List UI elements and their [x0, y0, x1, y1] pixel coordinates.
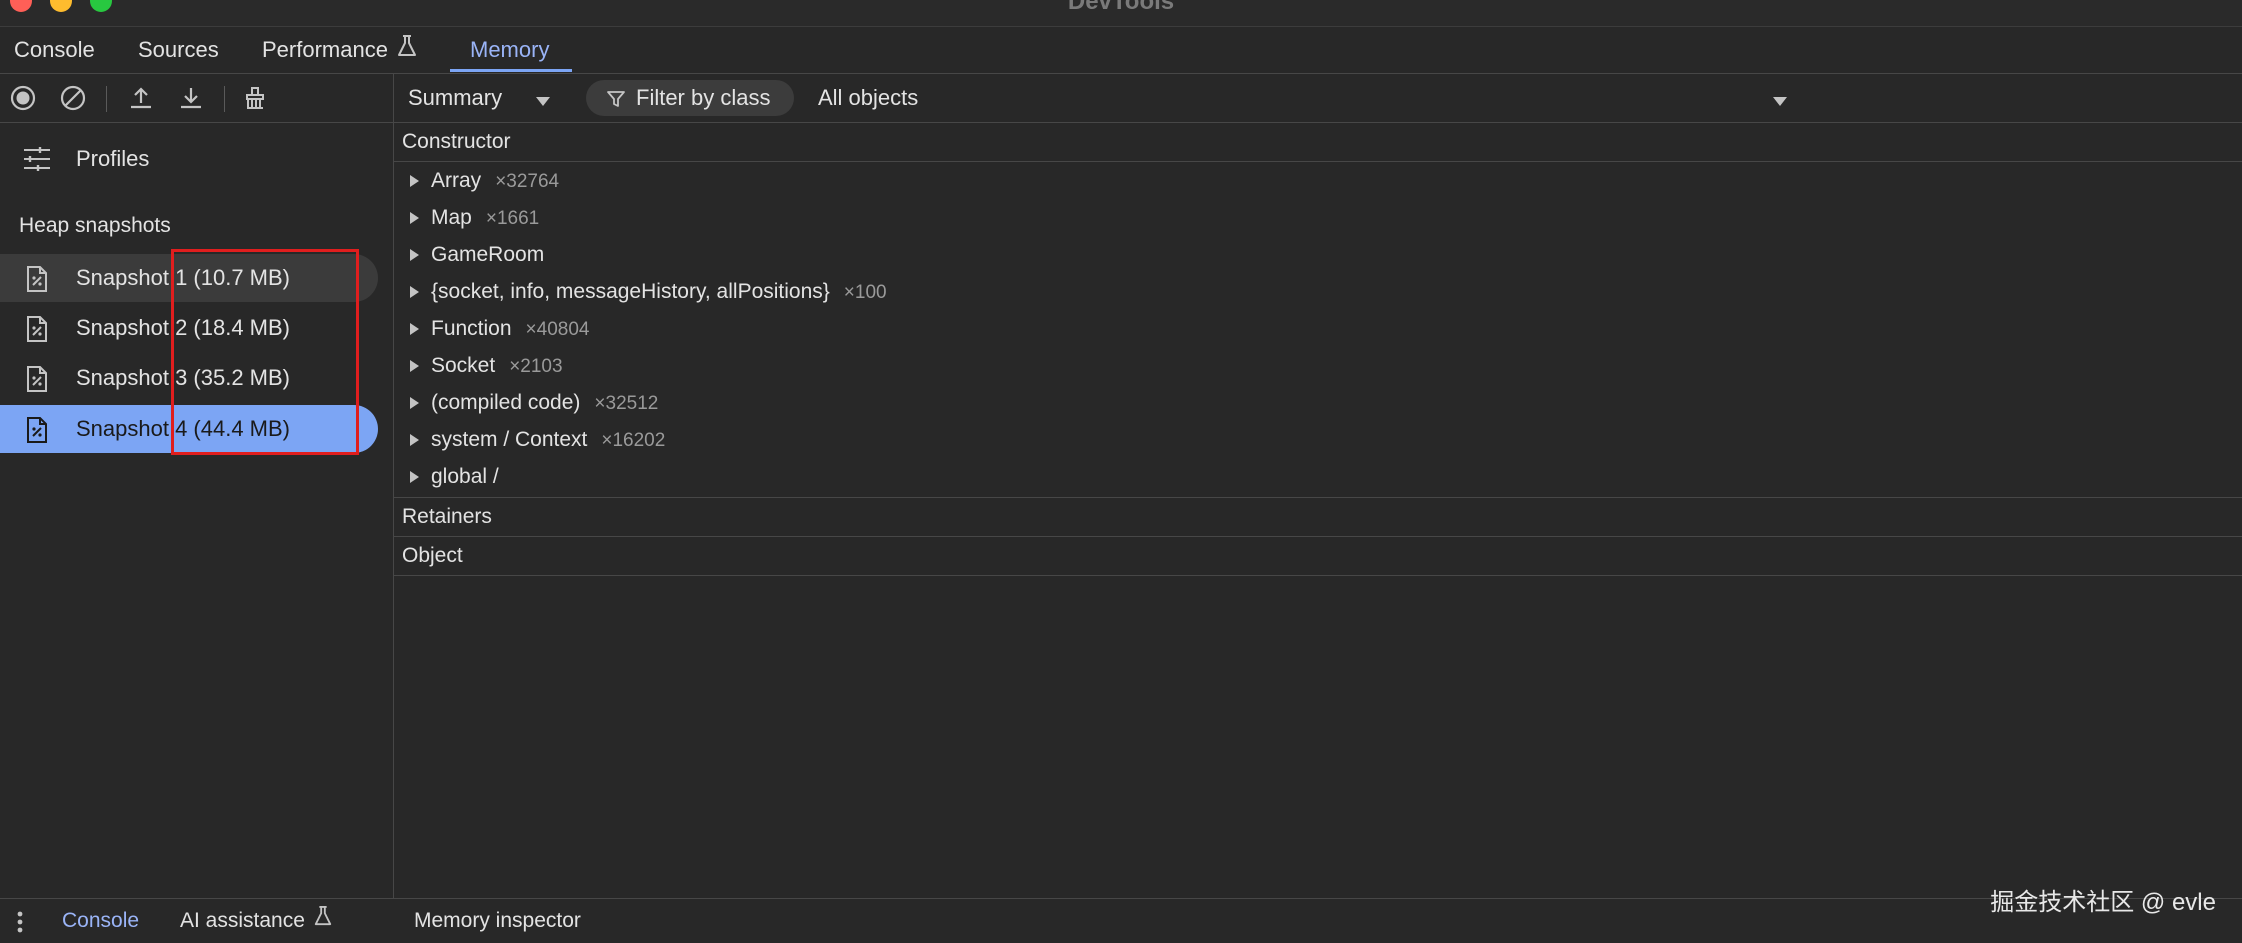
constructor-row[interactable]: Function ×40804 — [394, 310, 2242, 347]
constructor-name: Socket — [431, 354, 496, 377]
constructor-column-header[interactable]: Constructor — [394, 123, 2242, 162]
snapshot-file-icon — [24, 416, 50, 449]
instance-count: ×1661 — [485, 208, 540, 229]
object-header-label: Object — [402, 544, 463, 567]
view-select[interactable]: Summary — [408, 74, 558, 122]
chevron-down-icon — [536, 94, 550, 112]
constructor-name: system / Context — [431, 428, 588, 451]
instance-count: ×40804 — [525, 319, 590, 340]
instance-count: ×32512 — [594, 393, 659, 414]
constructor-name: (compiled code) — [431, 391, 581, 414]
constructor-header-label: Constructor — [402, 130, 511, 153]
watermark: 掘金技术社区 @ evle — [1990, 889, 2216, 916]
constructor-row[interactable]: GameRoom — [394, 236, 2242, 273]
drawer-tab-console[interactable]: Console — [62, 899, 139, 943]
expand-triangle-icon[interactable] — [410, 323, 419, 335]
instance-count: ×100 — [843, 282, 887, 303]
expand-triangle-icon[interactable] — [410, 212, 419, 224]
heap-snapshots-heading: Heap snapshots — [19, 214, 171, 237]
experiment-flask-icon — [313, 899, 333, 943]
filter-icon — [606, 89, 626, 114]
expand-triangle-icon[interactable] — [410, 397, 419, 409]
view-select-value: Summary — [408, 85, 503, 110]
profiles-toolbar — [0, 74, 393, 123]
load-profile-icon[interactable] — [124, 74, 158, 122]
tab-sources[interactable]: Sources — [138, 27, 219, 73]
objects-select-value: All objects — [818, 85, 919, 110]
save-profile-icon[interactable] — [174, 74, 208, 122]
constructor-name: Array — [431, 169, 482, 192]
constructor-name: GameRoom — [431, 243, 545, 266]
constructor-row[interactable]: Map ×1661 — [394, 199, 2242, 236]
drawer-tab-ai-assistance-label: AI assistance — [180, 909, 305, 932]
retainers-column-header[interactable]: Retainers — [394, 498, 2242, 537]
profiles-sidebar: Profiles Heap snapshots Snapshot 1 (10.7… — [0, 74, 394, 898]
expand-triangle-icon[interactable] — [410, 471, 419, 483]
tab-performance-label: Performance — [262, 37, 388, 62]
snapshot-file-icon — [24, 315, 50, 348]
window-title: DevTools — [1067, 0, 1175, 15]
constructor-row[interactable]: (compiled code) ×32512 — [394, 384, 2242, 421]
heap-view-toolbar: Summary Filter by class All objects — [394, 74, 2242, 123]
expand-triangle-icon[interactable] — [410, 434, 419, 446]
chevron-down-icon — [1773, 94, 1787, 112]
panel-tab-bar: Console Sources Performance Memory — [0, 27, 2242, 74]
tab-memory[interactable]: Memory — [470, 27, 549, 73]
drawer-tab-bar: Console AI assistance Memory inspector — [0, 898, 2242, 943]
constructor-row[interactable]: system / Context ×16202 — [394, 421, 2242, 458]
constructor-name: Map — [431, 206, 472, 229]
retainers-header-label: Retainers — [402, 505, 492, 528]
tab-console[interactable]: Console — [14, 27, 95, 73]
instance-count: ×32764 — [495, 171, 560, 192]
clear-icon[interactable] — [56, 74, 90, 122]
tab-performance[interactable]: Performance — [262, 27, 418, 73]
expand-triangle-icon[interactable] — [410, 175, 419, 187]
collect-garbage-icon[interactable] — [238, 74, 272, 122]
experiment-flask-icon — [396, 28, 418, 74]
constructor-row[interactable]: Array ×32764 — [394, 162, 2242, 199]
expand-triangle-icon[interactable] — [410, 249, 419, 261]
toolbar-divider — [224, 86, 225, 112]
tune-icon — [22, 146, 52, 177]
objects-select[interactable]: All objects — [818, 74, 1798, 122]
constructor-name: global / — [431, 465, 499, 488]
constructor-row[interactable]: Socket ×2103 — [394, 347, 2242, 384]
active-tab-indicator — [450, 69, 572, 72]
profiles-launcher[interactable]: Profiles — [0, 136, 393, 182]
object-column-header[interactable]: Object — [394, 537, 2242, 576]
instance-count: ×16202 — [601, 430, 666, 451]
constructor-row[interactable]: global / — [394, 458, 2242, 495]
constructor-name: Function — [431, 317, 512, 340]
annotation-highlight-box — [171, 249, 359, 455]
filter-placeholder: Filter by class — [636, 85, 771, 110]
filter-by-class-input[interactable]: Filter by class — [586, 80, 794, 116]
constructor-name: {socket, info, messageHistory, allPositi… — [431, 280, 830, 303]
toolbar-divider — [106, 86, 107, 112]
title-bar: DevTools — [0, 0, 2242, 27]
snapshot-file-icon — [24, 265, 50, 298]
expand-triangle-icon[interactable] — [410, 360, 419, 372]
instance-count: ×2103 — [509, 356, 563, 377]
expand-triangle-icon[interactable] — [410, 286, 419, 298]
drawer-tab-memory-inspector[interactable]: Memory inspector — [414, 899, 581, 943]
profiles-label: Profiles — [76, 146, 150, 171]
drawer-tab-ai-assistance[interactable]: AI assistance — [180, 899, 333, 943]
constructor-row[interactable]: {socket, info, messageHistory, allPositi… — [394, 273, 2242, 310]
more-options-icon[interactable] — [16, 910, 24, 939]
record-icon[interactable] — [6, 74, 40, 122]
snapshot-file-icon — [24, 365, 50, 398]
